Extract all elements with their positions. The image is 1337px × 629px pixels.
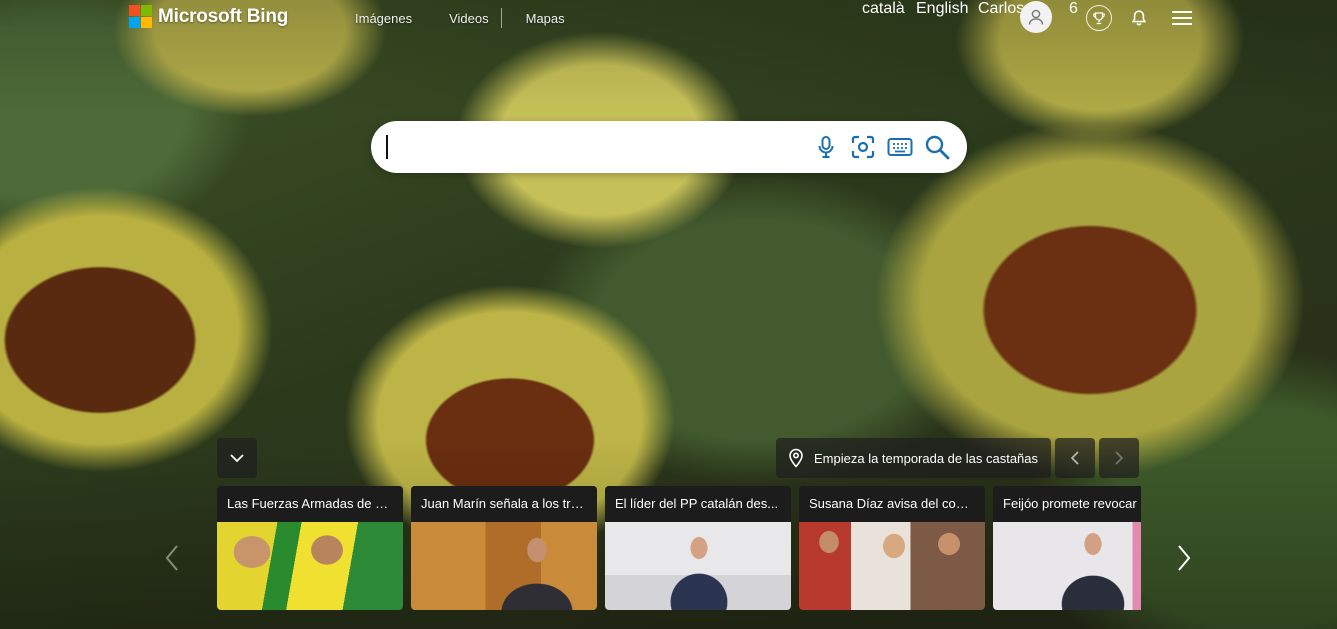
keyboard-button[interactable] (887, 134, 913, 160)
microsoft-logo-icon (129, 5, 152, 28)
bing-logo[interactable]: Microsoft Bing (129, 5, 288, 28)
news-card[interactable]: Feijóo promete revocar l (993, 486, 1141, 610)
user-icon (1028, 9, 1044, 25)
menu-button[interactable] (1169, 5, 1195, 31)
microphone-icon (818, 136, 834, 158)
avatar[interactable] (1020, 1, 1052, 33)
rewards-button[interactable] (1086, 5, 1112, 31)
bell-icon (1131, 10, 1147, 26)
news-card-image (993, 522, 1141, 610)
chevron-right-icon (1178, 545, 1191, 571)
notifications-button[interactable] (1126, 5, 1152, 31)
news-card-title: El líder del PP catalán des... (605, 486, 791, 522)
news-card-title: Las Fuerzas Armadas de Br... (217, 486, 403, 522)
carousel-next-button[interactable] (1172, 540, 1196, 576)
nav-videos[interactable]: Videos (449, 11, 489, 26)
previous-image-button[interactable] (1055, 438, 1095, 478)
rewards-trophy-icon (1086, 5, 1112, 31)
keyboard-icon (887, 138, 913, 156)
nav-maps[interactable]: Mapas (526, 11, 565, 26)
news-card[interactable]: Juan Marín señala a los tre... (411, 486, 597, 610)
news-card-title: Juan Marín señala a los tre... (411, 486, 597, 522)
hamburger-icon (1172, 11, 1192, 25)
nav-divider (501, 8, 502, 28)
news-card[interactable]: Las Fuerzas Armadas de Br... (217, 486, 403, 610)
news-card[interactable]: Susana Díaz avisa del coste... (799, 486, 985, 610)
news-card-title: Susana Díaz avisa del coste... (799, 486, 985, 522)
news-card-image (605, 522, 791, 610)
nav-images[interactable]: Imágenes (355, 11, 412, 26)
visual-search-button[interactable] (850, 134, 876, 160)
voice-search-button[interactable] (813, 134, 839, 160)
search-button[interactable] (924, 134, 950, 160)
main-nav: Imágenes Videos Mapas (355, 8, 602, 28)
header: Microsoft Bing Imágenes Videos Mapas cat… (0, 0, 1337, 36)
image-info-label: Empieza la temporada de las castañas (814, 450, 1039, 466)
news-card-image (217, 522, 403, 610)
chevron-down-icon (230, 454, 244, 463)
news-card[interactable]: El líder del PP catalán des... (605, 486, 791, 610)
next-image-button[interactable] (1099, 438, 1139, 478)
text-caret (386, 135, 388, 159)
news-card-title: Feijóo promete revocar l (993, 486, 1141, 522)
search-box[interactable] (371, 121, 967, 173)
news-card-image (411, 522, 597, 610)
chevron-left-icon (165, 545, 178, 571)
chevron-left-icon (1070, 451, 1079, 465)
chevron-right-icon (1115, 451, 1124, 465)
location-pin-icon (788, 448, 804, 468)
brand-name: Microsoft Bing (158, 5, 289, 27)
carousel-prev-button[interactable] (160, 540, 184, 576)
search-icon (925, 135, 950, 160)
visual-search-icon (851, 135, 875, 159)
search-input[interactable] (387, 131, 811, 165)
collapse-feed-button[interactable] (217, 438, 257, 478)
news-carousel: Las Fuerzas Armadas de Br... Juan Marín … (217, 486, 1141, 610)
news-card-image (799, 522, 985, 610)
image-info-button[interactable]: Empieza la temporada de las castañas (776, 438, 1051, 478)
